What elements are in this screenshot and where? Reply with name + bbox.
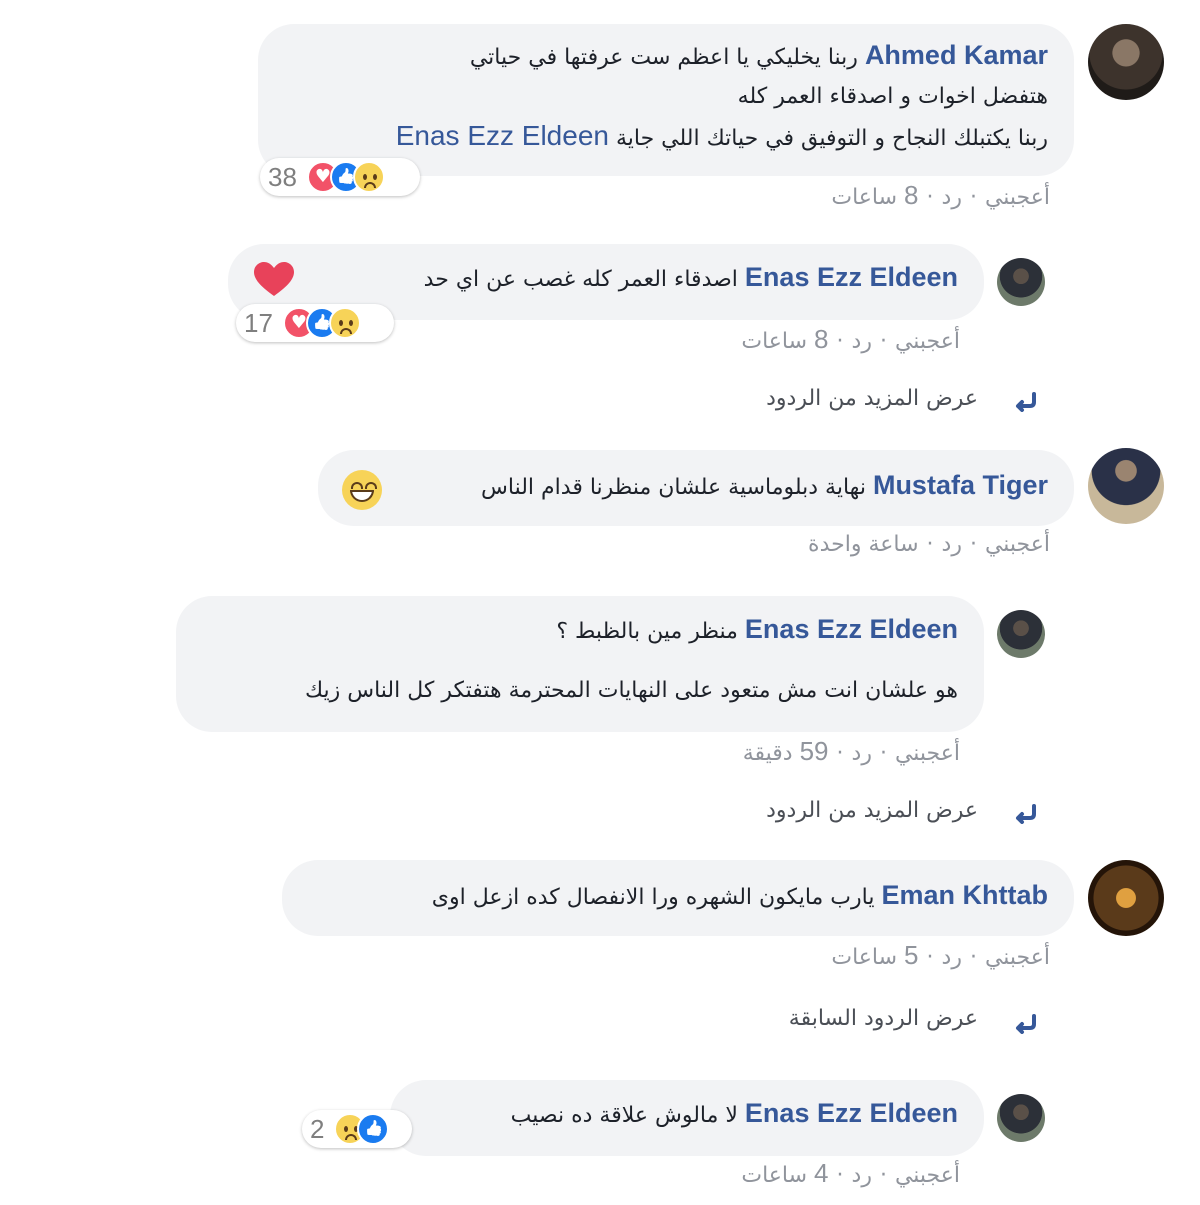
smile-emoji-icon	[342, 470, 382, 510]
reactions-summary[interactable]: 17	[236, 304, 394, 342]
comment-author[interactable]: Ahmed Kamar	[865, 40, 1048, 70]
comment-line: ربنا يكتبلك النجاح و التوفيق في حياتك ال…	[396, 120, 1048, 152]
comment-text: لا مالوش علاقة ده نصيب	[510, 1103, 738, 1128]
comment-text: هو علشان انت مش متعود على النهايات المحت…	[304, 678, 958, 703]
reply-link[interactable]: رد	[942, 185, 962, 210]
separator: ·	[879, 329, 887, 354]
comment-author[interactable]: Enas Ezz Eldeen	[745, 262, 958, 292]
comment-line: Ahmed Kamar ربنا يخليكي يا اعظم ست عرفته…	[470, 40, 1048, 71]
avatar[interactable]	[1088, 24, 1164, 100]
timestamp-number[interactable]: 5	[904, 940, 918, 970]
timestamp-unit[interactable]: ساعات	[741, 1163, 807, 1188]
comment-line: Mustafa Tiger نهاية دبلوماسية علشان منظر…	[481, 470, 1048, 501]
separator: ·	[879, 741, 887, 766]
timestamp-number[interactable]: 8	[904, 180, 918, 210]
comment-text: اصدقاء العمر كله غصب عن اي حد	[423, 267, 738, 292]
like-link[interactable]: أعجبني	[895, 1163, 960, 1188]
view-more-replies-link[interactable]: عرض المزيد من الردود	[766, 798, 978, 823]
timestamp-unit[interactable]: دقيقة	[743, 741, 793, 766]
reply-arrow-icon	[1016, 392, 1036, 412]
like-reaction-icon	[357, 1113, 390, 1145]
separator: ·	[969, 185, 977, 210]
timestamp-unit[interactable]: ساعات	[831, 945, 897, 970]
like-link[interactable]: أعجبني	[895, 741, 960, 766]
reply-link[interactable]: رد	[942, 532, 962, 557]
comment-actions: أعجبني · رد · 8 ساعات	[741, 324, 960, 355]
reply-link[interactable]: رد	[852, 1163, 872, 1188]
comment-text: نهاية دبلوماسية علشان منظرنا قدام الناس	[481, 475, 866, 500]
avatar[interactable]	[1088, 860, 1164, 936]
reactions-summary[interactable]: 38	[260, 158, 420, 196]
comment-text: يارب مايكون الشهره ورا الانفصال كده ازعل…	[431, 885, 875, 910]
timestamp-number[interactable]: 4	[814, 1158, 828, 1188]
comment-author[interactable]: Enas Ezz Eldeen	[745, 1098, 958, 1128]
reply-arrow-icon	[1016, 804, 1036, 824]
separator: ·	[879, 1163, 887, 1188]
timestamp-number[interactable]: 59	[800, 736, 829, 766]
separator: ·	[926, 532, 934, 557]
reactions-summary[interactable]: 2	[302, 1110, 412, 1148]
comment-actions: أعجبني · رد · ساعة واحدة	[808, 532, 1050, 557]
view-previous-replies-link[interactable]: عرض الردود السابقة	[789, 1006, 978, 1031]
reply-link[interactable]: رد	[852, 741, 872, 766]
mention-link[interactable]: Enas Ezz Eldeen	[396, 120, 609, 151]
comment-actions: أعجبني · رد · 5 ساعات	[831, 940, 1050, 971]
comment-bubble: Mustafa Tiger نهاية دبلوماسية علشان منظر…	[318, 450, 1074, 526]
like-link[interactable]: أعجبني	[985, 532, 1050, 557]
view-more-replies-link[interactable]: عرض المزيد من الردود	[766, 386, 978, 411]
reaction-count: 2	[310, 1113, 325, 1144]
sad-reaction-icon	[352, 161, 385, 193]
comment-text: ربنا يكتبلك النجاح و التوفيق في حياتك ال…	[615, 126, 1048, 151]
avatar[interactable]	[1088, 448, 1164, 524]
comment-actions: أعجبني · رد · 4 ساعات	[741, 1158, 960, 1189]
separator: ·	[926, 945, 934, 970]
like-link[interactable]: أعجبني	[985, 185, 1050, 210]
reply-link[interactable]: رد	[942, 945, 962, 970]
separator: ·	[969, 532, 977, 557]
avatar[interactable]	[997, 258, 1045, 306]
comment-line: Enas Ezz Eldeen اصدقاء العمر كله غصب عن …	[424, 262, 958, 293]
separator: ·	[926, 185, 934, 210]
avatar[interactable]	[997, 610, 1045, 658]
reply-arrow-icon	[1016, 1014, 1036, 1034]
comment-actions: أعجبني · رد · 59 دقيقة	[743, 736, 960, 767]
comment-author[interactable]: Eman Khttab	[881, 880, 1048, 910]
reaction-count: 17	[244, 307, 273, 338]
comment-bubble: Ahmed Kamar ربنا يخليكي يا اعظم ست عرفته…	[258, 24, 1074, 176]
timestamp[interactable]: ساعة واحدة	[808, 532, 918, 557]
comment-line: Eman Khttab يارب مايكون الشهره ورا الانف…	[432, 880, 1048, 911]
heart-emoji-icon	[254, 262, 294, 296]
sad-reaction-icon	[328, 307, 361, 339]
reply-link[interactable]: رد	[852, 329, 872, 354]
comment-author[interactable]: Enas Ezz Eldeen	[745, 614, 958, 644]
separator: ·	[969, 945, 977, 970]
comment-line: Enas Ezz Eldeen منظر مين بالظبط ؟	[556, 614, 958, 645]
like-link[interactable]: أعجبني	[895, 329, 960, 354]
avatar[interactable]	[997, 1094, 1045, 1142]
timestamp-unit[interactable]: ساعات	[741, 329, 807, 354]
comment-bubble: Enas Ezz Eldeen لا مالوش علاقة ده نصيب	[390, 1080, 984, 1156]
comment-bubble: Enas Ezz Eldeen منظر مين بالظبط ؟ هو علش…	[176, 596, 984, 732]
comment-bubble: Eman Khttab يارب مايكون الشهره ورا الانف…	[282, 860, 1074, 936]
separator: ·	[836, 741, 844, 766]
like-link[interactable]: أعجبني	[985, 945, 1050, 970]
timestamp-unit[interactable]: ساعات	[831, 185, 897, 210]
reaction-count: 38	[268, 161, 297, 192]
comment-author[interactable]: Mustafa Tiger	[873, 470, 1048, 500]
comment-text: منظر مين بالظبط ؟	[556, 619, 738, 644]
separator: ·	[836, 329, 844, 354]
comment-text: هتفضل اخوات و اصدقاء العمر كله	[737, 84, 1048, 109]
comment-text: ربنا يخليكي يا اعظم ست عرفتها في حياتي	[469, 45, 858, 70]
comment-line: Enas Ezz Eldeen لا مالوش علاقة ده نصيب	[511, 1098, 958, 1129]
comment-actions: أعجبني · رد · 8 ساعات	[831, 180, 1050, 211]
separator: ·	[836, 1163, 844, 1188]
timestamp-number[interactable]: 8	[814, 324, 828, 354]
